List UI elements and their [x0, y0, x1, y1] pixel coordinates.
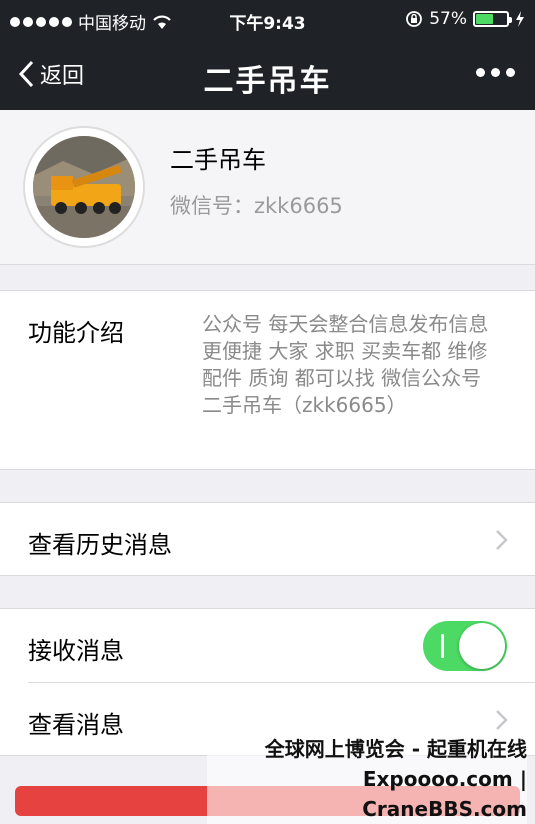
watermark: 全球网上博览会 - 起重机在线 Expoooo.com | CraneBBS.c…: [207, 734, 527, 824]
account-name: 二手吊车: [170, 146, 266, 174]
status-bar: 中国移动 下午9:43 57%: [0, 0, 535, 40]
intro-card: 功能介绍 公众号 每天会整合信息发布信息更便捷 大家 求职 买卖车都 维修 配件…: [0, 290, 535, 470]
rotation-lock-icon: [406, 11, 423, 27]
toggle-knob: [459, 623, 505, 669]
status-right: 57%: [405, 9, 525, 29]
battery-percent: 57%: [429, 9, 467, 29]
avatar[interactable]: [33, 136, 135, 238]
profile-card: 二手吊车 微信号：zkk6665: [0, 110, 535, 265]
avatar-frame: [25, 128, 143, 246]
divider: [28, 682, 535, 683]
chevron-right-icon: [496, 710, 508, 730]
battery-icon: [473, 11, 512, 27]
watermark-line-2: Expoooo.com | CraneBBS.com: [207, 764, 527, 824]
watermark-line-1: 全球网上博览会 - 起重机在线: [207, 734, 527, 764]
crane-photo-icon: [33, 136, 135, 238]
wechat-id: 微信号：zkk6665: [170, 194, 343, 218]
charging-icon: [516, 11, 524, 27]
receive-messages-label: 接收消息: [28, 637, 124, 665]
view-messages-label[interactable]: 查看消息: [28, 705, 124, 740]
page-title: 二手吊车: [203, 64, 332, 99]
history-label: 查看历史消息: [28, 531, 172, 559]
receive-messages-toggle[interactable]: [423, 621, 507, 671]
history-row[interactable]: 查看历史消息: [0, 502, 535, 576]
intro-label: 功能介绍: [28, 319, 124, 347]
nav-bar: 返回 二手吊车: [0, 40, 535, 110]
toggle-on-mark: [441, 634, 444, 658]
more-menu-icon[interactable]: [476, 68, 515, 77]
intro-text: 公众号 每天会整合信息发布信息更便捷 大家 求职 买卖车都 维修 配件 质询 都…: [202, 312, 489, 417]
chevron-right-icon: [496, 530, 508, 550]
